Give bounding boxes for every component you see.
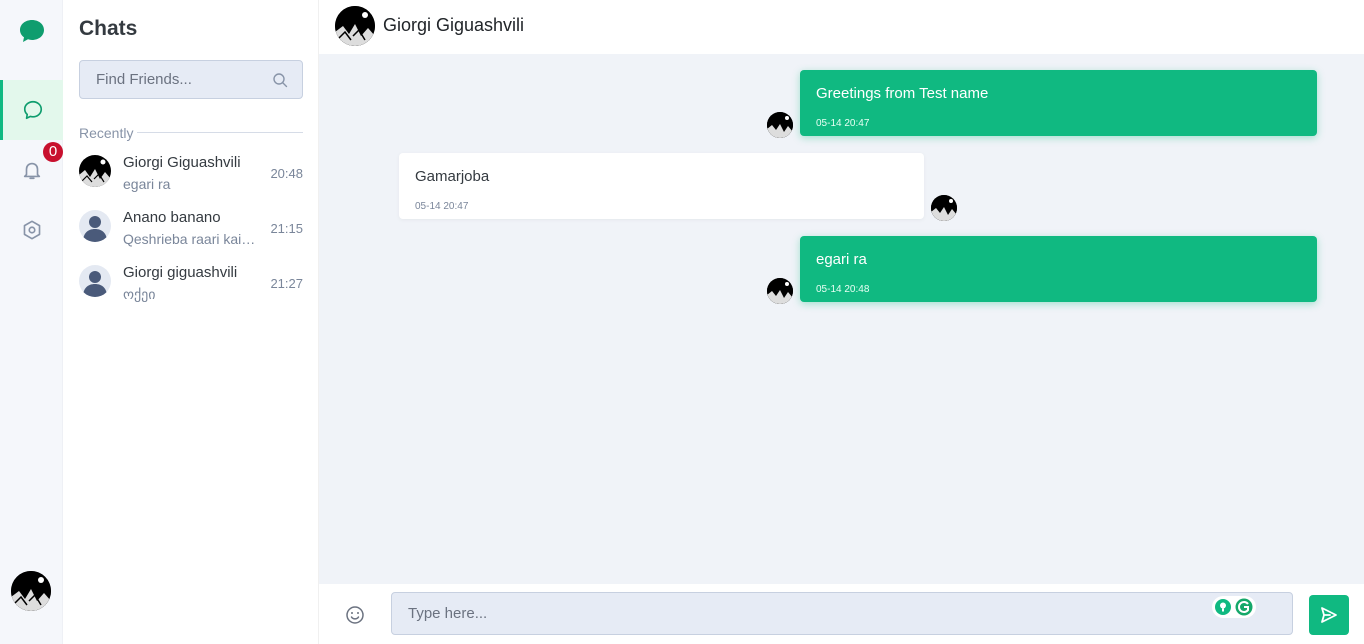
chat-name: Anano banano [123, 209, 221, 226]
find-friends-search[interactable] [79, 60, 303, 99]
chats-title: Chats [79, 17, 138, 40]
conversation-panel: Giorgi Giguashvili Greetings from Test n… [319, 0, 1364, 644]
message-input[interactable] [392, 593, 1192, 634]
writing-assistant-widget[interactable] [1212, 596, 1256, 618]
settings-hexagon-icon [23, 220, 40, 240]
message-bubble-incoming[interactable]: Gamarjoba 05-14 20:47 [399, 153, 924, 219]
left-rail: 0 [0, 0, 63, 644]
chat-time: 20:48 [270, 166, 303, 181]
chat-icon [23, 100, 43, 120]
message-input-field[interactable] [391, 592, 1293, 635]
contact-avatar[interactable] [335, 6, 375, 46]
message-avatar [767, 112, 793, 138]
nav-chats[interactable] [0, 80, 63, 140]
send-icon [1321, 607, 1337, 623]
chat-preview: Qeshrieba raari kaia... [123, 231, 259, 247]
chat-preview: egari ra [123, 176, 171, 192]
send-button[interactable] [1309, 595, 1349, 635]
chat-preview: ოქეი [123, 286, 156, 302]
conversation-title: Giorgi Giguashvili [383, 15, 525, 35]
message-time: 05-14 20:48 [816, 284, 870, 295]
bell-icon [23, 162, 40, 180]
message-text: Gamarjoba [415, 168, 490, 185]
default-user-avatar-icon [79, 210, 111, 242]
message-bubble-outgoing[interactable]: Greetings from Test name 05-14 20:47 [800, 70, 1317, 136]
message-text: Greetings from Test name [816, 85, 989, 102]
chat-time: 21:15 [270, 221, 303, 236]
chats-panel: Chats Recently Giorgi Giguashvili egari … [63, 0, 319, 644]
message-time: 05-14 20:47 [415, 201, 469, 212]
profile-avatar[interactable] [11, 571, 51, 611]
conversation-header: Giorgi Giguashvili [319, 0, 1364, 54]
avatar [79, 155, 111, 187]
message-avatar [931, 195, 957, 221]
search-input[interactable] [80, 61, 270, 98]
nav-settings[interactable] [0, 200, 63, 260]
chat-bubble-logo-icon[interactable] [19, 18, 45, 44]
chat-name: Giorgi giguashvili [123, 264, 238, 281]
message-bubble-outgoing[interactable]: egari ra 05-14 20:48 [800, 236, 1317, 302]
message-composer [319, 584, 1364, 644]
search-icon[interactable] [272, 72, 288, 88]
recent-label: Recently [79, 125, 138, 141]
notification-badge: 0 [43, 142, 63, 162]
chat-list-item[interactable]: Anano banano Qeshrieba raari kaia... 21:… [63, 200, 319, 255]
smile-icon[interactable] [345, 605, 365, 625]
message-avatar [767, 278, 793, 304]
default-user-avatar-icon [79, 265, 111, 297]
chat-list-item[interactable]: Giorgi Giguashvili egari ra 20:48 [63, 145, 319, 200]
chat-time: 21:27 [270, 276, 303, 291]
chat-name: Giorgi Giguashvili [123, 154, 241, 171]
chat-list-item[interactable]: Giorgi giguashvili ოქეი 21:27 [63, 255, 319, 310]
message-time: 05-14 20:47 [816, 118, 870, 129]
chat-list: Giorgi Giguashvili egari ra 20:48 Anano … [63, 145, 319, 310]
message-text: egari ra [816, 251, 867, 268]
